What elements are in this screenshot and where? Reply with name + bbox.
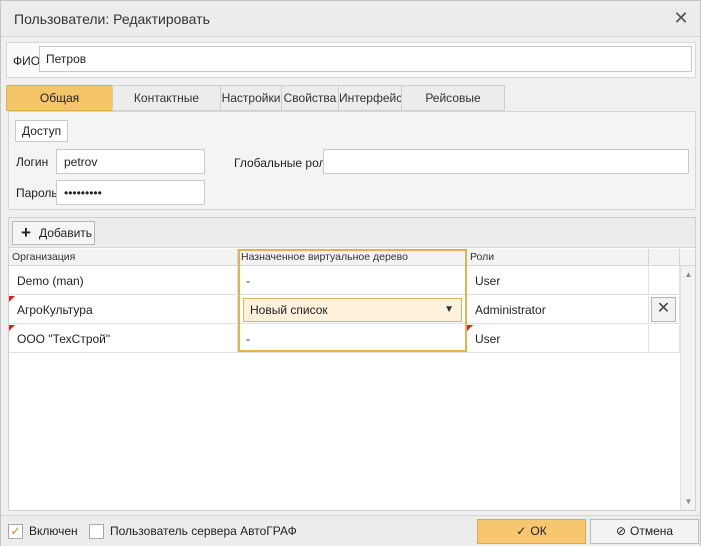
dropdown-value: Новый список (250, 303, 328, 317)
virtual-tree-dropdown[interactable]: Новый список ▼ (243, 298, 462, 322)
column-header-organization[interactable]: Организация (9, 249, 238, 266)
password-label: Пароль (16, 186, 58, 200)
table-row[interactable]: АгроКультура Новый список ▼ Administrato… (9, 296, 680, 324)
grid-toolbar: + Добавить (9, 218, 695, 248)
org-cell: АгроКультура (9, 296, 238, 324)
org-cell: Demo (man) (9, 267, 238, 295)
ok-label: ОК (530, 524, 547, 538)
organizations-grid: + Добавить Организация Назначенное вирту… (8, 217, 696, 511)
ok-button[interactable]: ✓ ОК (477, 519, 586, 544)
edit-user-dialog: Пользователи: Редактировать ✕ ФИО Общая … (0, 0, 701, 546)
modified-marker (467, 325, 473, 331)
access-panel: Доступ Логин Пароль Глобальные роли (8, 111, 696, 210)
login-input[interactable] (56, 149, 205, 174)
tab-trip-periods[interactable]: Рейсовые периоды (401, 85, 505, 129)
action-cell (649, 267, 680, 295)
scroll-down-icon[interactable]: ▼ (684, 497, 693, 506)
cancel-icon: ⊘ (615, 524, 626, 538)
tree-cell[interactable]: - (238, 267, 467, 295)
server-user-label: Пользователь сервера АвтоГРАФ (110, 524, 297, 538)
checkmark-icon: ✓ (516, 524, 527, 538)
plus-icon: + (21, 223, 31, 242)
org-cell: ООО "ТехСтрой" (9, 325, 238, 353)
dialog-title: Пользователи: Редактировать (14, 11, 210, 27)
enabled-label: Включен (29, 524, 78, 538)
password-input[interactable] (56, 180, 205, 205)
login-label: Логин (16, 155, 49, 169)
close-icon[interactable]: ✕ (672, 8, 690, 28)
dialog-footer: ✓ Включен Пользователь сервера АвтоГРАФ … (1, 515, 700, 546)
grid-scrollbar[interactable]: ▲ ▼ (680, 266, 695, 510)
cancel-label: Отмена (630, 524, 674, 538)
access-legend: Доступ (15, 120, 69, 142)
tab-interface[interactable]: Интерфейс (338, 85, 402, 111)
action-cell (649, 325, 680, 353)
add-button-label: Добавить (39, 226, 93, 240)
table-row[interactable]: ООО "ТехСтрой" - User (9, 325, 680, 353)
tab-settings[interactable]: Настройки (220, 85, 282, 111)
fio-row: ФИО (6, 42, 696, 78)
table-row[interactable]: Demo (man) - User (9, 267, 680, 295)
tab-general-info[interactable]: Общая информация (6, 85, 113, 129)
scroll-up-icon[interactable]: ▲ (684, 270, 693, 279)
role-cell[interactable]: Administrator (467, 296, 649, 324)
dropdown-arrow-icon: ▼ (444, 304, 454, 315)
role-cell[interactable]: User (467, 267, 649, 295)
fio-label: ФИО (13, 54, 41, 68)
add-button[interactable]: + Добавить (12, 221, 95, 245)
delete-row-button[interactable]: ✕ (651, 297, 676, 322)
tab-properties[interactable]: Свойства (281, 85, 339, 111)
tab-contact-data[interactable]: Контактные данные (112, 85, 221, 129)
column-header-virtual-tree[interactable]: Назначенное виртуальное дерево (238, 249, 467, 266)
cancel-button[interactable]: ⊘ Отмена (590, 519, 699, 544)
tree-cell[interactable]: Новый список ▼ (238, 296, 467, 324)
tree-cell[interactable]: - (238, 325, 467, 353)
close-icon: ✕ (656, 300, 671, 317)
enabled-checkbox[interactable]: ✓ (8, 524, 23, 539)
column-header-actions (649, 249, 680, 266)
server-user-checkbox[interactable] (89, 524, 104, 539)
grid-header: Организация Назначенное виртуальное дере… (9, 249, 695, 266)
role-cell[interactable]: User (467, 325, 649, 353)
fio-input[interactable] (39, 46, 692, 72)
title-bar: Пользователи: Редактировать ✕ (1, 1, 700, 37)
checkmark-icon: ✓ (10, 524, 21, 538)
global-roles-input[interactable] (323, 149, 689, 174)
column-header-roles[interactable]: Роли (467, 249, 649, 266)
global-roles-label: Глобальные роли (234, 156, 333, 170)
